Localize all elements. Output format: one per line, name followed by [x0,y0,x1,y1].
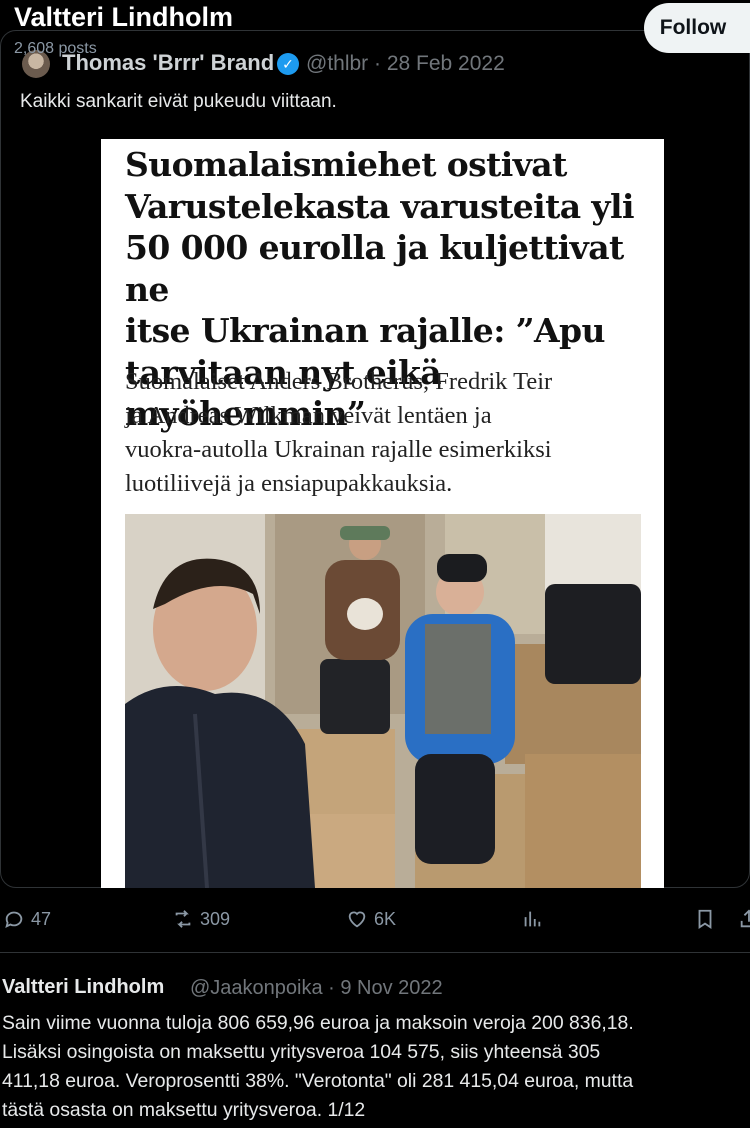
bookmark-icon [698,909,712,929]
divider [0,952,750,953]
share-icon [740,909,750,928]
reply-button[interactable]: 47 [3,908,51,930]
reply-count: 47 [31,908,52,929]
reply-icon [5,911,23,929]
post-text: Sain viime vuonna tuloja 806 659,96 euro… [2,1012,634,1121]
post-handle-date[interactable]: @Jaakonpoika · 9 Nov 2022 [190,977,443,1000]
views-chart-icon [524,911,541,927]
follow-button[interactable]: Follow [644,3,750,53]
article-photo [125,514,641,888]
like-count: 6K [374,908,397,929]
views-button[interactable] [521,908,543,930]
repost-button[interactable]: 309 [172,908,230,930]
repost-count: 309 [200,908,231,929]
profile-post-count: 2,608 posts [14,40,97,57]
quoted-post-text: Kaikki sankarit eivät pukeudu viittaan. [20,91,337,112]
quoted-handle-date: @thlbr · 28 Feb 2022 [306,52,505,75]
post-author-name[interactable]: Valtteri Lindholm [2,976,164,999]
repost-icon [175,910,191,928]
like-button[interactable]: 6K [346,908,396,930]
share-button[interactable] [738,908,750,930]
van-photo-illustration [125,514,641,888]
article-subhead: Suomalaiset Anders Brotherus, Fredrik Te… [125,368,553,497]
profile-header-name: Valtteri Lindholm [14,2,234,32]
article-image[interactable]: Suomalaismiehet ostivat Varustelekasta v… [101,139,664,888]
heart-icon [348,911,366,928]
verified-badge-icon: ✓ [277,53,299,75]
bookmark-button[interactable] [694,908,716,930]
